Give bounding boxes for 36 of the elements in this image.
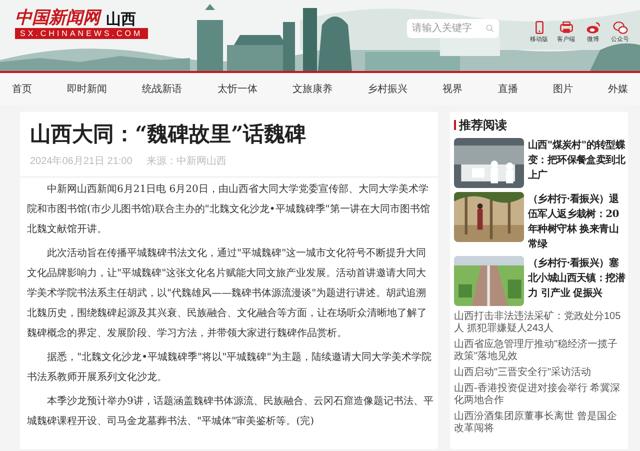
article-paragraph: 据悉，"北魏文化沙龙•平城魏碑季"将以"平城魏碑"为主题，陆续邀请大同大学美术学院书法系教师开展系列文化沙龙。 <box>27 350 432 385</box>
news-link[interactable]: 山西打击非法违法采矿：党政处分105人 抓犯罪嫌疑人243人 <box>454 311 628 335</box>
nav-link[interactable]: 外媒 <box>608 82 628 96</box>
article-paragraph: 此次活动旨在传播平城魏碑书法文化，通过"平城魏碑"这一城市文化符号不断提升大同文化品牌影响力，让"平城魏碑"这张文化名片赋能大同文旅产业发展。活动首讲邀请大同大学美术学院书法系主任胡武，以"代魏雄风——魏碑书体源流漫谈"为题进行讲述。胡武追溯北魏历史，围绕魏碑起源及其兴衰、民族融合、文化融合等方面，让在场听众清晰地了解了魏碑概念的界定、发展阶段、学习方法，并带领大家进行魏碑作品赏析。 <box>27 246 428 341</box>
news-link[interactable]: 山西-香港投资促进对接会举行 希冀深化两地合作 <box>454 383 628 407</box>
nav-link[interactable]: 文旅康养 <box>292 82 332 96</box>
nav-link[interactable]: 太忻一体 <box>217 82 258 96</box>
nav-link[interactable]: 图片 <box>552 82 573 96</box>
search-field[interactable]: 请输入关键字 <box>407 19 499 38</box>
article-source: 来源：中新网山西 <box>146 154 226 169</box>
article-paragraph: 中新网山西新闻6月21日电 6月20日，由山西省大同大学党委宣传部、大同大学美术学院和市图书馆(市少儿图书馆)联合主办的"北魏文化沙龙•平城魏碑季"第一讲在大同市图书馆北魏文献馆开讲。 <box>27 182 431 237</box>
featured-headline[interactable]: 山西"煤炭村"的转型蝶变：把环保餐盒卖到北上广 <box>528 138 628 188</box>
nav-link[interactable]: 即时新闻 <box>67 82 108 96</box>
nav-link[interactable]: 直播 <box>498 82 518 96</box>
nav-link[interactable]: 视界 <box>442 82 463 96</box>
printer-icon[interactable] <box>558 20 574 35</box>
article-paragraph: 本季沙龙预计举办9讲，话题涵盖魏碑书体源流、民族融合、云冈石窟造像题记书法、平城魏碑课程开设、司马金龙墓葬书法、"平城体"审美鉴析等。(完) <box>27 394 434 429</box>
featured-headline[interactable]: （乡村行·看振兴）塞北小城山西天镇：挖潜力 引产业 促振兴 <box>528 256 628 306</box>
nav-link[interactable]: 乡村振兴 <box>368 82 408 96</box>
accent-bar <box>454 120 456 130</box>
section-title: 推荐阅读 <box>459 117 507 134</box>
publish-date: 2024年06月21日 21:00 <box>30 155 132 169</box>
news-link[interactable]: 山西汾酒集团原董事长离世 曾是国企改革闯将 <box>454 411 628 435</box>
weibo-icon[interactable] <box>586 20 600 35</box>
nav-link[interactable]: 首页 <box>12 82 32 96</box>
site-logo[interactable]: 中国新闻网 <box>15 10 100 27</box>
news-link[interactable]: 山西启动"三晋安全行"采访活动 <box>454 367 628 379</box>
news-link[interactable]: 山西省应急管理厅推动"稳经济一揽子政策"落地见效 <box>454 339 628 363</box>
featured-headline[interactable]: （乡村行·看振兴）退伍军人返乡栽树：20年种树守林 换来青山常绿 <box>528 192 628 252</box>
chat-bubbles-icon[interactable] <box>612 20 628 35</box>
search-icon <box>486 24 494 33</box>
article-title: 山西大同：“魏碑故里”话魏碑 <box>30 120 308 148</box>
region-name: 山西 <box>106 12 136 27</box>
nav-link[interactable]: 统战新语 <box>142 82 182 96</box>
gate-tower-drawing <box>227 22 295 71</box>
site-domain: SX.CHINANEWS.COM <box>15 28 148 39</box>
